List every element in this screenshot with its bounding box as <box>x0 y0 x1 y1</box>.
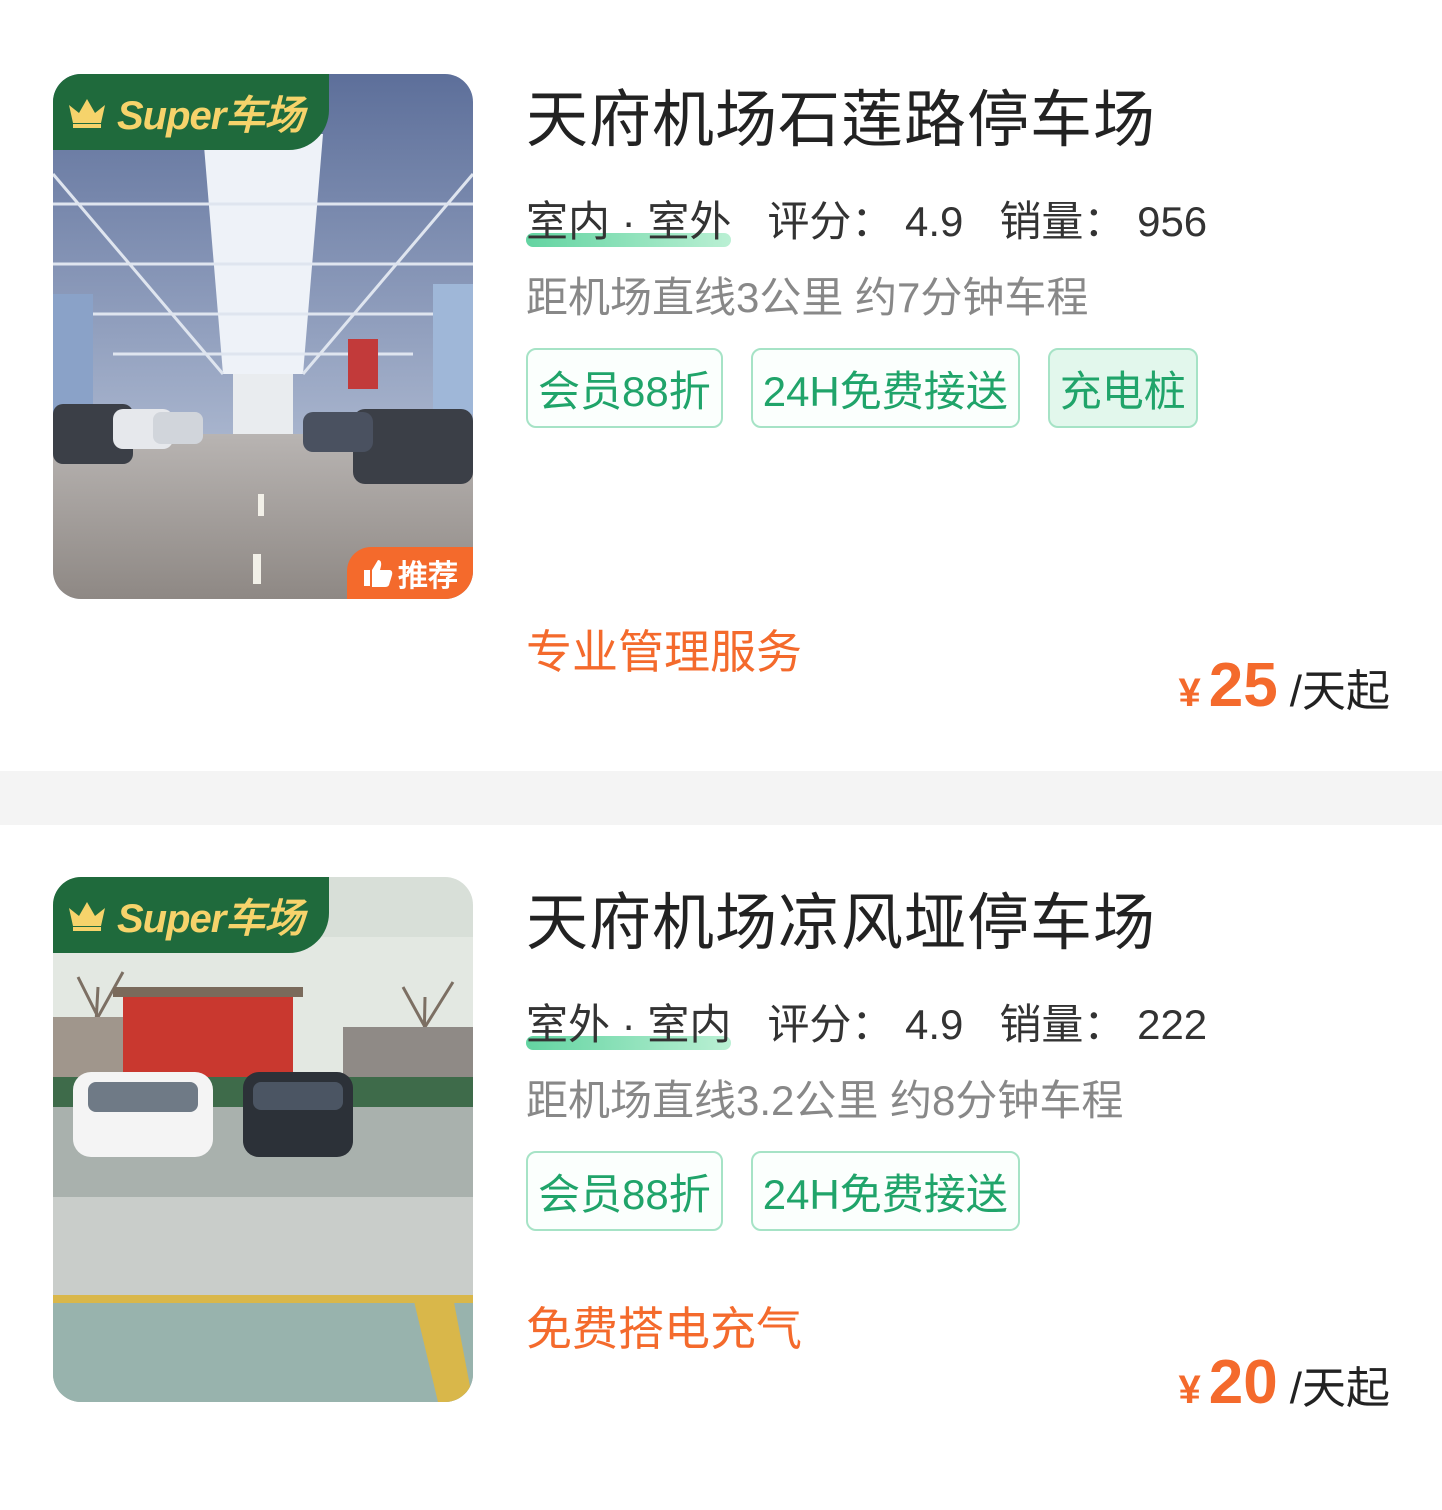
thumbs-up-icon <box>364 560 393 587</box>
crown-icon <box>69 99 105 128</box>
tag-free-shuttle: 24H免费接送 <box>750 1151 1020 1231</box>
tag-list: 会员88折 24H免费接送 <box>526 1151 1226 1259</box>
price: ¥ 25 /天起 <box>1179 650 1390 721</box>
super-badge-label: Super车场 <box>117 94 304 138</box>
rating: 评分： 4.9 <box>767 1000 964 1048</box>
parking-title[interactable]: 天府机场石莲路停车场 <box>526 74 1406 168</box>
rating: 评分： 4.9 <box>767 197 964 245</box>
parking-meta: 室外 · 室内 评分： 4.9 销量： 222 <box>526 989 1406 1053</box>
price: ¥ 20 /天起 <box>1179 1347 1390 1418</box>
super-badge-label: Super车场 <box>117 897 304 941</box>
recommend-badge: 推荐 <box>347 547 473 599</box>
indoor-garage-image <box>53 74 473 599</box>
recommend-label: 推荐 <box>398 560 458 593</box>
super-parking-badge: Super车场 <box>53 877 329 953</box>
parking-info: 天府机场石莲路停车场 室内 · 室外 评分： 4.9 销量： 956 距机场直线… <box>526 74 1406 456</box>
parking-type: 室内 · 室外 <box>526 188 767 249</box>
tag-member-discount: 会员88折 <box>526 348 723 428</box>
super-parking-badge: Super车场 <box>53 74 329 150</box>
service-highlight: 免费搭电充气 <box>526 1303 802 1355</box>
parking-photo[interactable]: Super车场 <box>53 877 473 1402</box>
service-highlight: 专业管理服务 <box>526 626 802 678</box>
parking-photo[interactable]: Super车场 推荐 <box>53 74 473 599</box>
parking-type: 室外 · 室内 <box>526 991 767 1052</box>
parking-meta: 室内 · 室外 评分： 4.9 销量： 956 <box>526 186 1406 250</box>
distance-text: 距机场直线3公里 约7分钟车程 <box>526 274 1089 321</box>
parking-card[interactable]: Super车场 推荐 天府机场石莲路停车场 室内 · 室外 评分： 4.9 销量… <box>0 0 1442 771</box>
parking-list: Super车场 推荐 天府机场石莲路停车场 室内 · 室外 评分： 4.9 销量… <box>0 0 1442 1510</box>
parking-card[interactable]: Super车场 天府机场凉风垭停车场 室外 · 室内 评分： 4.9 销量： 2… <box>0 825 1442 1510</box>
tag-charging-pile: 充电桩 <box>1047 348 1198 428</box>
crown-icon <box>69 902 105 931</box>
price-value: 20 <box>1208 1348 1278 1417</box>
distance-text: 距机场直线3.2公里 约8分钟车程 <box>526 1077 1124 1124</box>
sales: 销量： 222 <box>999 1000 1208 1048</box>
parking-info: 天府机场凉风垭停车场 室外 · 室内 评分： 4.9 销量： 222 距机场直线… <box>526 877 1406 1259</box>
price-unit: /天起 <box>1289 1364 1390 1413</box>
tag-list: 会员88折 24H免费接送 充电桩 <box>526 348 1226 456</box>
outdoor-lot-image <box>53 877 473 1402</box>
tag-member-discount: 会员88折 <box>526 1151 723 1231</box>
price-unit: /天起 <box>1289 667 1390 716</box>
tag-free-shuttle: 24H免费接送 <box>750 348 1020 428</box>
sales: 销量： 956 <box>999 197 1208 245</box>
currency-symbol: ¥ <box>1178 671 1201 715</box>
parking-title[interactable]: 天府机场凉风垭停车场 <box>526 877 1406 971</box>
price-value: 25 <box>1208 651 1278 720</box>
currency-symbol: ¥ <box>1178 1368 1201 1412</box>
